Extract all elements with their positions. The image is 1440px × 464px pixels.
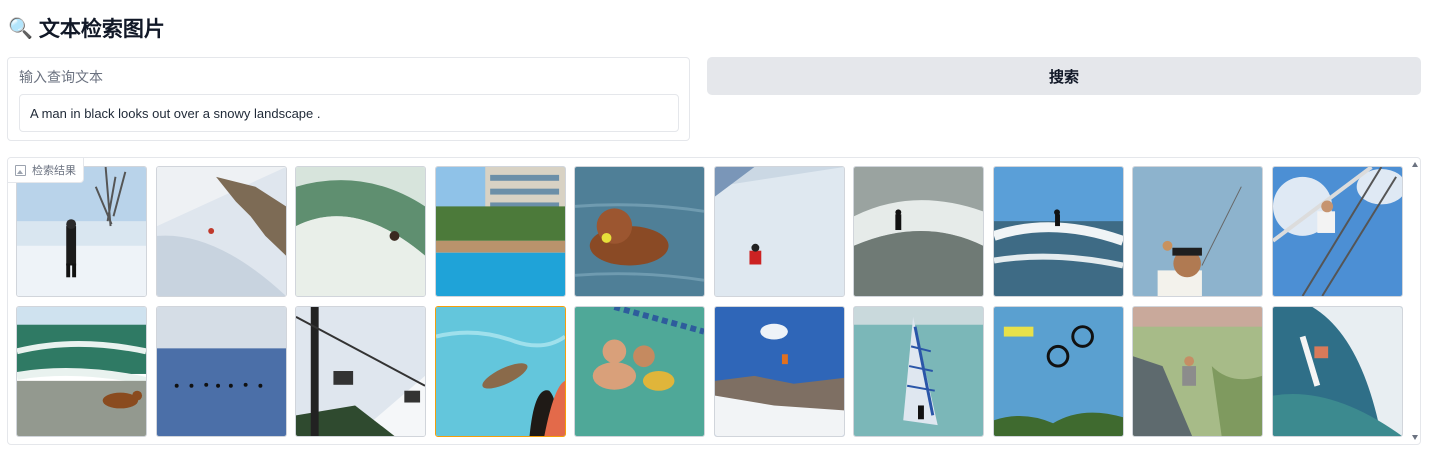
page-title: 🔍 文本检索图片: [8, 12, 165, 44]
result-thumbnail[interactable]: [295, 166, 426, 297]
thumbnail-image: [714, 307, 844, 436]
result-thumbnail[interactable]: [574, 166, 705, 297]
page-title-text: 文本检索图片: [38, 17, 165, 41]
result-thumbnail-selected[interactable]: [434, 306, 566, 437]
result-thumbnail[interactable]: [992, 166, 1124, 297]
result-thumbnail[interactable]: [434, 166, 566, 297]
result-thumbnail[interactable]: [853, 166, 984, 297]
scroll-up-arrow-icon[interactable]: [1412, 162, 1418, 167]
magnifier-icon: 🔍: [8, 16, 33, 40]
thumbnail-image: [1272, 167, 1402, 296]
thumbnail-image: [17, 167, 146, 296]
thumbnail-image: [575, 307, 704, 436]
thumbnail-image: [575, 167, 704, 296]
results-gallery: 检索结果: [7, 157, 1421, 445]
thumbnail-image: [1272, 307, 1402, 436]
result-thumbnail[interactable]: [992, 306, 1124, 437]
thumbnail-image: [854, 307, 983, 436]
result-thumbnail[interactable]: [1271, 306, 1403, 437]
result-thumbnail[interactable]: [295, 306, 426, 437]
thumbnail-image: [714, 167, 844, 296]
thumbnail-image: [296, 167, 425, 296]
thumbnail-image: [296, 307, 425, 436]
result-thumbnail[interactable]: [1271, 166, 1403, 297]
image-icon: [15, 164, 26, 176]
thumbnail-grid: [16, 166, 1403, 437]
result-thumbnail[interactable]: [713, 166, 845, 297]
thumbnail-image: [156, 307, 286, 436]
thumbnail-image: [435, 307, 565, 436]
thumbnail-image: [17, 307, 146, 436]
scroll-down-arrow-icon[interactable]: [1412, 435, 1418, 440]
gallery-scrollbar[interactable]: [1409, 158, 1421, 444]
result-thumbnail[interactable]: [16, 166, 147, 297]
result-thumbnail[interactable]: [16, 306, 147, 437]
query-input[interactable]: [19, 94, 679, 132]
result-thumbnail[interactable]: [155, 306, 287, 437]
result-thumbnail[interactable]: [1132, 306, 1263, 437]
result-thumbnail[interactable]: [713, 306, 845, 437]
result-thumbnail[interactable]: [574, 306, 705, 437]
thumbnail-image: [435, 167, 565, 296]
thumbnail-image: [993, 167, 1123, 296]
gallery-label: 检索结果: [8, 158, 84, 183]
search-button[interactable]: 搜索: [707, 57, 1421, 95]
thumbnail-image: [1133, 167, 1262, 296]
thumbnail-image: [1133, 307, 1262, 436]
result-thumbnail[interactable]: [1132, 166, 1263, 297]
gallery-label-text: 检索结果: [32, 164, 76, 177]
thumbnail-image: [156, 167, 286, 296]
thumbnail-image: [854, 167, 983, 296]
query-label: 输入查询文本: [19, 70, 103, 86]
query-panel: 输入查询文本: [7, 57, 690, 141]
thumbnail-image: [993, 307, 1123, 436]
result-thumbnail[interactable]: [853, 306, 984, 437]
result-thumbnail[interactable]: [155, 166, 287, 297]
